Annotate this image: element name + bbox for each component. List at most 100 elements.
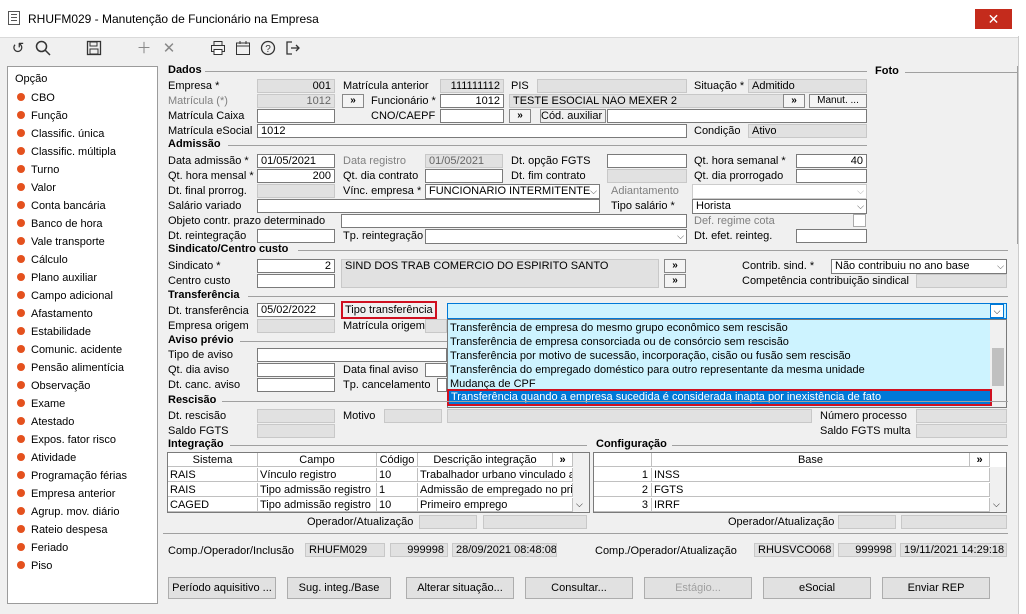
table-cell[interactable]: FGTS — [652, 483, 990, 497]
sidebar-option[interactable]: Programação férias — [17, 467, 127, 485]
dt-opcao-fgts-field[interactable] — [607, 154, 687, 168]
sidebar-option[interactable]: Valor — [17, 179, 56, 197]
sidebar-option[interactable]: Campo adicional — [17, 287, 113, 305]
cod-auxiliar-field[interactable] — [607, 109, 867, 123]
qt-dia-prorrogado-field[interactable] — [796, 169, 867, 183]
table-cell[interactable]: RAIS — [168, 483, 258, 497]
sindicato-field[interactable]: 2 — [257, 259, 335, 273]
def-regime-cota-checkbox[interactable] — [853, 214, 866, 227]
exit-icon[interactable] — [284, 40, 302, 58]
tipo-transferencia-select[interactable]: ⌵ — [447, 303, 1007, 319]
sidebar-option[interactable]: Classific. múltipla — [17, 143, 116, 161]
cod-auxiliar-button[interactable] — [540, 109, 606, 123]
mat-anterior-field[interactable]: 111111112 — [440, 79, 504, 93]
transfer-option[interactable]: Transferência por motivo de sucessão, in… — [450, 349, 851, 363]
vinc-empresa-select[interactable]: FUNCIONARIO INTERMITENTE ⌵ — [425, 184, 600, 199]
col-codigo[interactable]: Código — [377, 453, 418, 467]
table-cell[interactable]: Tipo admissão registro — [258, 498, 377, 512]
funcionario-lookup-button[interactable]: » — [342, 94, 364, 108]
empresa-origem-field[interactable] — [257, 319, 335, 333]
table-cell[interactable]: Primeiro emprego — [418, 498, 573, 512]
transfer-option[interactable]: Transferência do empregado doméstico par… — [450, 363, 865, 377]
sidebar-option[interactable]: Vale transporte — [17, 233, 105, 251]
col-campo[interactable]: Campo — [258, 453, 377, 467]
esocial-button[interactable]: eSocial — [763, 577, 871, 599]
sidebar-option[interactable]: Pensão alimentícia — [17, 359, 124, 377]
expand-columns-button[interactable]: » — [553, 453, 573, 467]
table-cell[interactable]: RAIS — [168, 468, 258, 482]
sidebar-option[interactable]: Estabilidade — [17, 323, 91, 341]
qt-dia-aviso-field[interactable] — [257, 363, 335, 377]
sidebar-option[interactable]: CBO — [17, 89, 55, 107]
contrib-sind-select[interactable]: Não contribuiu no ano base ⌵ — [831, 259, 1007, 274]
sidebar-option[interactable]: Função — [17, 107, 68, 125]
sidebar-option[interactable]: Classific. única — [17, 125, 104, 143]
salario-variado-field[interactable] — [257, 199, 600, 213]
matricula-field[interactable]: 1012 — [257, 94, 335, 108]
add-icon[interactable]: ＋ — [135, 40, 153, 58]
dropdown-scrollbar[interactable] — [990, 320, 1006, 407]
config-expand-button[interactable]: » — [970, 453, 990, 467]
table-cell[interactable]: CAGED — [168, 498, 258, 512]
table-cell[interactable]: Vínculo registro — [258, 468, 377, 482]
sidebar-option[interactable]: Feriado — [17, 539, 68, 557]
qt-hora-semanal-field[interactable]: 40 — [796, 154, 867, 168]
estagio-button[interactable]: Estágio... — [644, 577, 752, 599]
table-cell[interactable]: INSS — [652, 468, 990, 482]
table-cell[interactable]: Trabalhador urbano vinculado a — [418, 468, 573, 482]
transfer-option[interactable]: Transferência de empresa consorciada ou … — [450, 335, 789, 349]
adiantamento-select[interactable]: ⌵ — [692, 184, 867, 199]
chevron-down-icon[interactable]: ⌵ — [990, 304, 1004, 318]
tipo-salario-select[interactable]: Horista ⌵ — [692, 199, 867, 214]
centro-custo-lookup-button[interactable]: » — [664, 274, 686, 288]
sidebar-option[interactable]: Piso — [17, 557, 52, 575]
table-cell[interactable]: IRRF — [652, 498, 990, 512]
chevron-down-icon[interactable]: ⌵ — [576, 499, 583, 510]
alterar-situacao-button[interactable]: Alterar situação... — [406, 577, 514, 599]
col-sistema[interactable]: Sistema — [168, 453, 258, 467]
data-admissao-field[interactable]: 01/05/2021 — [257, 154, 335, 168]
nome-lookup-button[interactable]: » — [783, 94, 805, 108]
dt-canc-aviso-field[interactable] — [257, 378, 335, 392]
qt-hora-mensal-field[interactable]: 200 — [257, 169, 335, 183]
sidebar-option[interactable]: Banco de hora — [17, 215, 103, 233]
sidebar-option[interactable]: Comunic. acidente — [17, 341, 122, 359]
data-final-aviso-field[interactable] — [425, 363, 447, 377]
table-cell[interactable]: 1 — [377, 483, 418, 497]
sidebar-option[interactable]: Conta bancária — [17, 197, 106, 215]
sidebar-option[interactable]: Rateio despesa — [17, 521, 107, 539]
tp-reintegracao-select[interactable]: ⌵ — [425, 229, 687, 244]
centro-custo-field[interactable] — [257, 274, 335, 288]
sidebar-option[interactable]: Exame — [17, 395, 65, 413]
table-cell[interactable]: Admissão de empregado no pri — [418, 483, 573, 497]
table-cell[interactable]: 10 — [377, 468, 418, 482]
undo-icon[interactable]: ↺ — [9, 40, 27, 58]
sidebar-option[interactable]: Afastamento — [17, 305, 93, 323]
dt-transferencia-field[interactable]: 05/02/2022 — [257, 303, 335, 317]
chevron-down-icon[interactable]: ⌵ — [993, 499, 1000, 510]
sidebar-option[interactable]: Atividade — [17, 449, 76, 467]
dt-efet-reinteg-field[interactable] — [796, 229, 867, 243]
matricula-origem-field[interactable] — [425, 319, 447, 333]
sidebar-option[interactable]: Empresa anterior — [17, 485, 115, 503]
transfer-option-selected[interactable]: Transferência quando a empresa sucedida … — [447, 389, 992, 406]
sidebar-option[interactable]: Expos. fator risco — [17, 431, 116, 449]
table-cell[interactable]: Tipo admissão registro — [258, 483, 377, 497]
dt-final-prorrog-field[interactable] — [257, 184, 335, 198]
table-cell[interactable]: 2 — [594, 483, 652, 497]
matricula-caixa-field[interactable] — [257, 109, 335, 123]
configuracao-scrollbar[interactable]: ⌵ — [990, 467, 1006, 512]
qt-dia-contrato-field[interactable] — [425, 169, 503, 183]
transfer-option[interactable]: Transferência de empresa do mesmo grupo … — [450, 321, 788, 335]
table-cell[interactable]: 3 — [594, 498, 652, 512]
manut-button[interactable]: Manut. ... — [809, 94, 867, 108]
sindicato-lookup-button[interactable]: » — [664, 259, 686, 273]
help-icon[interactable]: ? — [259, 40, 277, 58]
tp-cancelamento-field[interactable] — [437, 378, 447, 392]
col-base[interactable]: Base — [652, 453, 970, 467]
empresa-field[interactable]: 001 — [257, 79, 335, 93]
calendar-icon[interactable] — [234, 40, 252, 58]
print-icon[interactable] — [209, 40, 227, 58]
periodo-aquisitivo-button[interactable]: Período aquisitivo ... — [168, 577, 276, 599]
save-icon[interactable] — [85, 40, 103, 58]
